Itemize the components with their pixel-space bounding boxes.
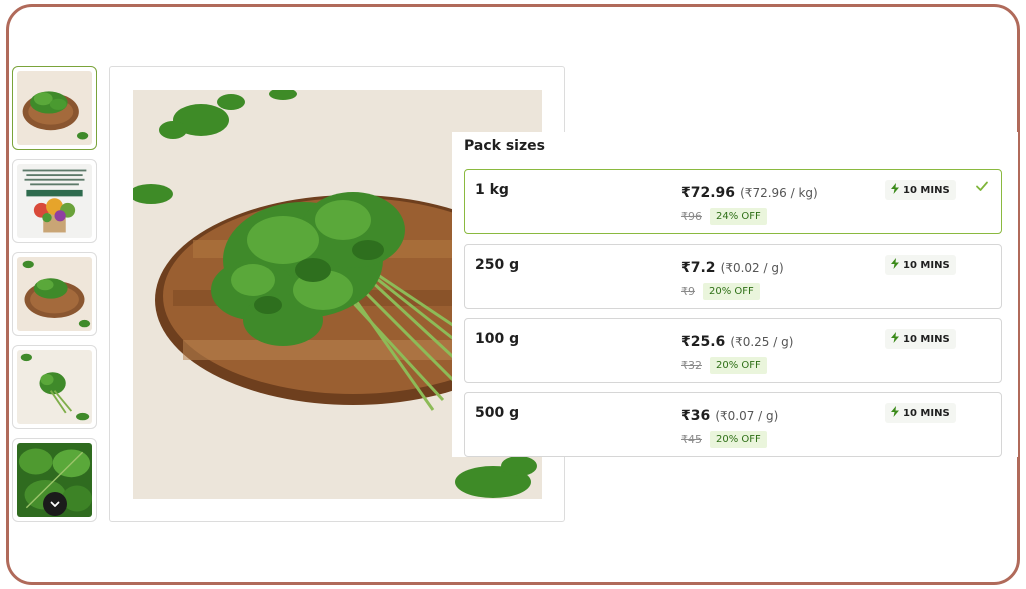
mrp-price: ₹96 <box>681 210 702 223</box>
delivery-time-badge: 10 MINS <box>885 329 956 349</box>
delivery-time-badge: 10 MINS <box>885 403 956 423</box>
chevron-down-icon[interactable] <box>43 492 67 516</box>
unit-price: (₹72.96 / kg) <box>740 186 818 200</box>
thumbnail-image <box>17 257 92 331</box>
unit-price: (₹0.07 / g) <box>715 409 779 423</box>
discount-row: ₹9 20% OFF <box>681 283 760 300</box>
discount-badge: 24% OFF <box>710 208 767 225</box>
checkmark-icon <box>975 178 989 197</box>
pack-size-label: 250 g <box>475 257 520 273</box>
price: ₹7.2 <box>681 260 716 276</box>
pack-option-1kg[interactable]: 1 kg ₹72.96 (₹72.96 / kg) ₹96 24% OFF 10… <box>464 169 1002 234</box>
lightning-icon <box>891 183 899 197</box>
discount-badge: 20% OFF <box>710 431 767 448</box>
pack-size-label: 100 g <box>475 331 520 347</box>
thumbnail-strip <box>12 66 98 531</box>
price-row: ₹72.96 (₹72.96 / kg) <box>681 182 818 201</box>
price-row: ₹7.2 (₹0.02 / g) <box>681 257 784 276</box>
mrp-price: ₹9 <box>681 285 695 298</box>
thumbnail-3[interactable] <box>12 252 97 336</box>
discount-badge: 20% OFF <box>703 283 760 300</box>
pack-option-250g[interactable]: 250 g ₹7.2 (₹0.02 / g) ₹9 20% OFF 10 MIN… <box>464 244 1002 309</box>
pack-size-label: 500 g <box>475 405 520 421</box>
lightning-icon <box>891 406 899 420</box>
thumbnail-2[interactable] <box>12 159 97 243</box>
price: ₹25.6 <box>681 334 726 350</box>
pack-sizes-panel: Pack sizes 1 kg ₹72.96 (₹72.96 / kg) ₹96… <box>452 132 1018 457</box>
mrp-price: ₹32 <box>681 359 702 372</box>
delivery-time-badge: 10 MINS <box>885 180 956 200</box>
unit-price: (₹0.25 / g) <box>730 335 794 349</box>
discount-badge: 20% OFF <box>710 357 767 374</box>
delivery-time: 10 MINS <box>903 259 950 271</box>
thumbnail-5[interactable] <box>12 438 97 522</box>
thumbnail-1[interactable] <box>12 66 97 150</box>
discount-row: ₹45 20% OFF <box>681 431 767 448</box>
thumbnail-image <box>17 350 92 424</box>
discount-row: ₹96 24% OFF <box>681 208 767 225</box>
unit-price: (₹0.02 / g) <box>720 261 784 275</box>
lightning-icon <box>891 258 899 272</box>
price: ₹72.96 <box>681 185 736 201</box>
pack-option-500g[interactable]: 500 g ₹36 (₹0.07 / g) ₹45 20% OFF 10 MIN… <box>464 392 1002 457</box>
thumbnail-image <box>17 71 92 145</box>
discount-row: ₹32 20% OFF <box>681 357 767 374</box>
thumbnail-image <box>17 164 92 238</box>
pack-size-label: 1 kg <box>475 182 509 198</box>
delivery-time-badge: 10 MINS <box>885 255 956 275</box>
delivery-time: 10 MINS <box>903 184 950 196</box>
price: ₹36 <box>681 408 711 424</box>
mrp-price: ₹45 <box>681 433 702 446</box>
delivery-time: 10 MINS <box>903 407 950 419</box>
pack-option-100g[interactable]: 100 g ₹25.6 (₹0.25 / g) ₹32 20% OFF 10 M… <box>464 318 1002 383</box>
price-row: ₹25.6 (₹0.25 / g) <box>681 331 793 350</box>
delivery-time: 10 MINS <box>903 333 950 345</box>
pack-sizes-title: Pack sizes <box>464 138 545 154</box>
price-row: ₹36 (₹0.07 / g) <box>681 405 778 424</box>
thumbnail-4[interactable] <box>12 345 97 429</box>
lightning-icon <box>891 332 899 346</box>
